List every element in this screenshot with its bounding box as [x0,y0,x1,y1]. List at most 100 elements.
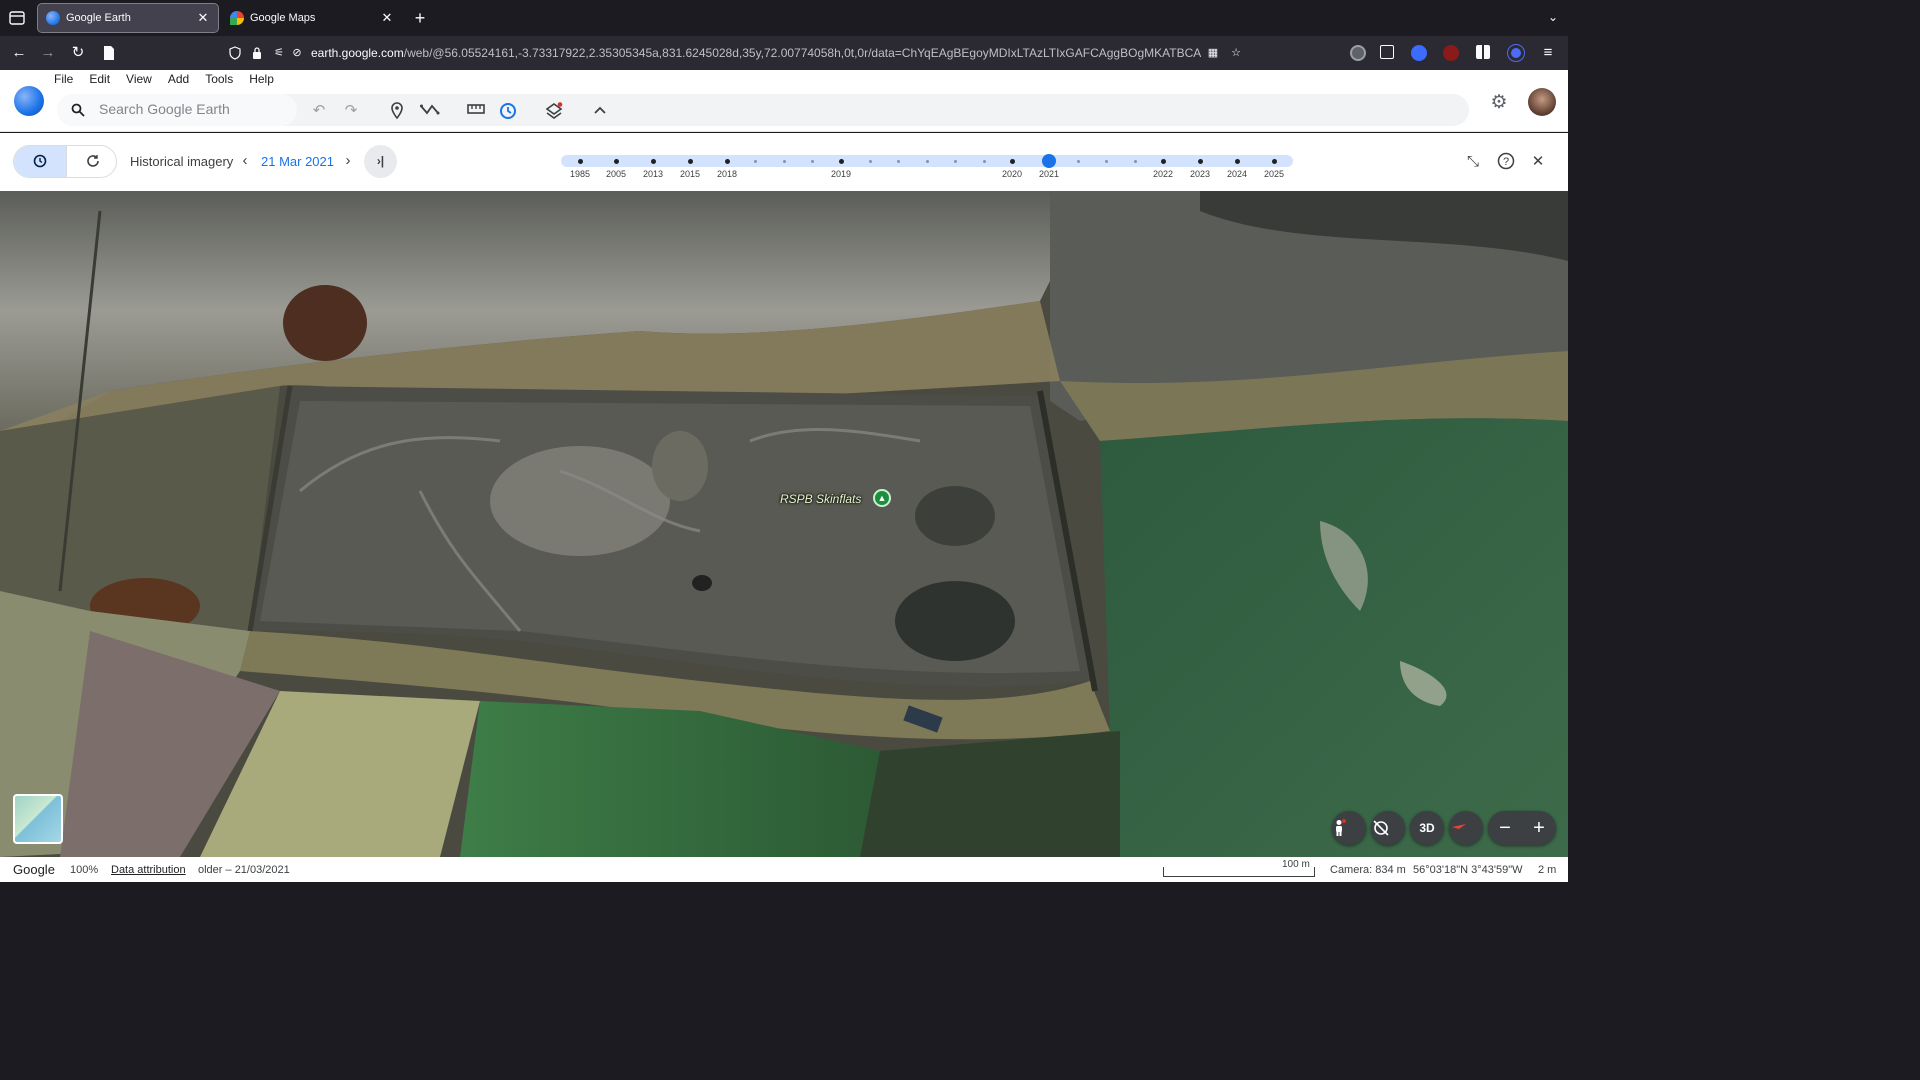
menu-add[interactable]: Add [168,72,199,86]
ruler-icon[interactable] [467,102,485,120]
tracking-off-icon[interactable]: ⊘ [290,46,304,60]
timeline-year-label[interactable]: 2005 [606,169,626,179]
timelapse-mode-icon[interactable] [66,146,116,177]
url-text[interactable]: earth.google.com/web/@56.05524161,-3.733… [311,46,1201,60]
avatar[interactable] [1528,88,1556,116]
back-arrow-icon[interactable]: ← [9,43,29,63]
timeline-year-label[interactable]: 2013 [643,169,663,179]
redo-icon[interactable]: ↷ [342,102,360,120]
path-icon[interactable] [420,102,440,120]
timeline-current-dot[interactable] [1042,154,1056,168]
menu-view[interactable]: View [126,72,162,86]
undo-icon[interactable]: ↶ [310,102,328,120]
grid-extension-icon[interactable] [1476,45,1490,59]
tree-pin-icon[interactable]: ▲ [873,489,891,507]
zoom-controls: − + [1488,811,1556,845]
reload-icon[interactable]: ↻ [68,43,88,63]
bookmark-star-icon[interactable]: ☆ [1229,46,1243,60]
google-earth-logo[interactable] [14,86,44,116]
timeline-minor-dot[interactable] [868,160,872,163]
timeline-year-dot[interactable] [1271,159,1277,164]
menu-file[interactable]: File [54,72,83,86]
password-manager-icon[interactable] [1411,45,1427,61]
forward-arrow-icon[interactable]: → [38,43,58,63]
pegman-icon[interactable] [1332,811,1366,845]
timeline-minor-dot[interactable] [1104,160,1108,163]
timeline-year-dot[interactable] [838,159,844,164]
timeline-year-dot[interactable] [650,159,656,164]
timeline-year-dot[interactable] [1234,159,1240,164]
timeline-year-dot[interactable] [1197,159,1203,164]
jump-to-latest-icon[interactable]: ›| [364,145,397,178]
timeline-year-dot[interactable] [577,159,583,164]
timeline-minor-dot[interactable] [1133,160,1137,163]
hamburger-menu-icon[interactable]: ≡ [1538,43,1558,63]
layers-icon[interactable] [545,102,563,120]
timeline-year-label[interactable]: 2023 [1190,169,1210,179]
close-tab-icon[interactable]: ✕ [380,11,394,25]
url-bar[interactable]: ⚟ ⊘ earth.google.com/web/@56.05524161,-3… [222,40,1252,66]
close-icon[interactable]: ✕ [1528,152,1548,172]
historical-imagery-icon[interactable] [499,102,517,120]
timeline-year-label[interactable]: 2025 [1264,169,1284,179]
timeline-minor-dot[interactable] [810,160,814,163]
current-imagery-date[interactable]: 21 Mar 2021 [261,154,334,169]
qr-code-icon[interactable]: ▦ [1206,46,1220,60]
timeline-year-dot[interactable] [613,159,619,164]
tab-list-icon[interactable] [8,9,26,27]
historical-mode-icon[interactable] [14,146,66,177]
timeline-year-label[interactable]: 2015 [680,169,700,179]
gear-icon[interactable]: ⚙ [1488,92,1510,114]
search-input[interactable] [99,101,289,117]
timeline-year-dot[interactable] [687,159,693,164]
zoom-out-button[interactable]: − [1488,811,1522,845]
reset-tilt-icon[interactable] [1371,811,1405,845]
search-box[interactable] [57,94,297,126]
timeline-year-dot[interactable] [724,159,730,164]
help-icon[interactable]: ? [1496,152,1516,172]
timeline-minor-dot[interactable] [982,160,986,163]
placemark-icon[interactable] [388,102,406,120]
tab-google-earth[interactable]: Google Earth ✕ [37,3,219,33]
timeline-minor-dot[interactable] [1076,160,1080,163]
chevron-down-icon[interactable]: ⌄ [1548,10,1558,24]
timeline-year-label[interactable]: 2019 [831,169,851,179]
satellite-map[interactable]: RSPB Skinflats ▲ 3D − + [0,191,1568,857]
collapse-icon[interactable]: ⤡ [1463,152,1483,172]
new-tab-button[interactable]: + [410,8,430,28]
previous-date-icon[interactable]: ‹ [238,152,252,170]
menu-edit[interactable]: Edit [89,72,120,86]
toggle-3d-button[interactable]: 3D [1410,811,1444,845]
timeline-year-label[interactable]: 2020 [1002,169,1022,179]
menu-tools[interactable]: Tools [205,72,243,86]
timeline-year-dot[interactable] [1160,159,1166,164]
timeline-year-label[interactable]: 2018 [717,169,737,179]
lock-icon[interactable] [250,46,264,60]
compass-icon[interactable] [1449,811,1483,845]
timeline-year-label[interactable]: 2024 [1227,169,1247,179]
menu-help[interactable]: Help [249,72,284,86]
timeline-minor-dot[interactable] [753,160,757,163]
tab-google-maps[interactable]: Google Maps ✕ [222,4,402,32]
place-label[interactable]: RSPB Skinflats [780,492,861,506]
timeline-year-dot[interactable] [1009,159,1015,164]
zoom-in-button[interactable]: + [1522,811,1556,845]
timeline-year-label[interactable]: 1985 [570,169,590,179]
puzzle-extension-icon[interactable] [1380,45,1394,59]
account-extension-icon[interactable] [1350,45,1366,61]
timeline-minor-dot[interactable] [925,160,929,163]
timeline-minor-dot[interactable] [953,160,957,163]
data-attribution-link[interactable]: Data attribution [111,864,186,876]
timeline-year-label[interactable]: 2022 [1153,169,1173,179]
timeline-minor-dot[interactable] [782,160,786,163]
close-tab-icon[interactable]: ✕ [196,11,210,25]
timeline-minor-dot[interactable] [896,160,900,163]
chevron-up-icon[interactable] [591,102,609,120]
profile-extension-icon[interactable] [1507,44,1525,62]
next-date-icon[interactable]: › [341,152,355,170]
shield-icon[interactable] [228,46,242,60]
minimap[interactable] [13,794,63,844]
timeline-year-label[interactable]: 2021 [1039,169,1059,179]
permissions-icon[interactable]: ⚟ [272,46,286,60]
ublock-icon[interactable] [1443,45,1459,61]
